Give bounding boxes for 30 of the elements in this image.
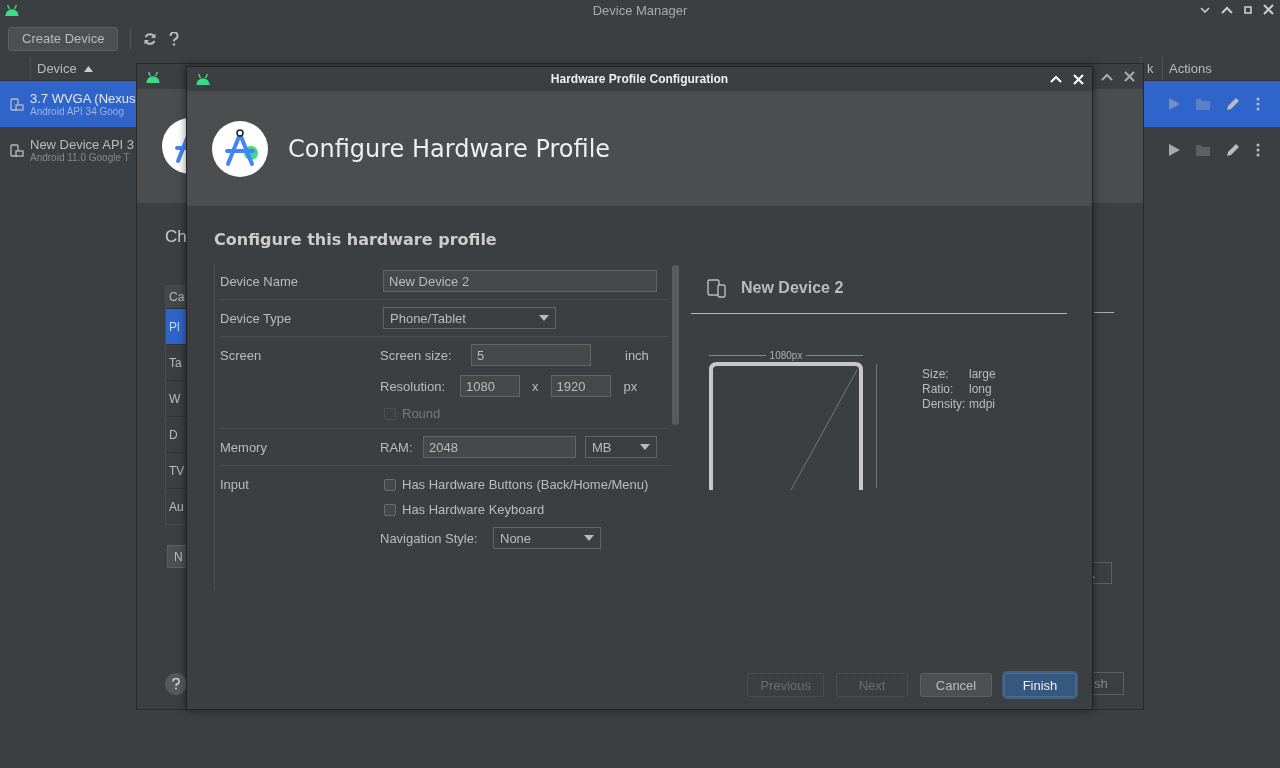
spec-value: mdpi <box>969 397 996 412</box>
field-label: Navigation Style: <box>380 530 479 546</box>
device-name: New Device API 3 <box>30 137 135 152</box>
field-label: RAM: <box>380 439 414 455</box>
page-heading: Ch <box>165 227 187 247</box>
width-label: 1080px <box>769 349 803 361</box>
dialog-heading: Configure Hardware Profile <box>288 134 611 163</box>
window-title: Device Manager <box>592 2 688 18</box>
spec-value: large <box>969 367 996 382</box>
device-details: Android API 34 Goog <box>30 106 124 117</box>
spec-label: Density: <box>922 397 967 412</box>
device-name: 3.7 WVGA (Nexus <box>30 91 136 106</box>
field-label: Screen <box>220 347 263 363</box>
device-details: Android 11.0 Google T <box>30 152 130 163</box>
field-label: Input <box>220 476 250 492</box>
field-label: Device Type <box>220 310 293 326</box>
spec-label: Ratio: <box>922 382 955 397</box>
unit-label: px <box>623 378 638 394</box>
field-label: Memory <box>220 439 268 455</box>
field-label: Device Name <box>220 273 300 289</box>
column-header: Ca <box>166 286 188 308</box>
spec-label: Size: <box>922 367 950 382</box>
field-label: Resolution: <box>380 378 447 394</box>
times-label: x <box>532 378 539 394</box>
device-name: New Device 2 <box>741 279 844 297</box>
spec-value: long <box>969 382 993 397</box>
unit-label: inch <box>625 347 649 363</box>
section-title: Configure this hardware profile <box>214 230 498 249</box>
field-label: Screen size: <box>380 347 453 363</box>
dialog-title: Hardware Profile Configuration <box>550 72 729 86</box>
